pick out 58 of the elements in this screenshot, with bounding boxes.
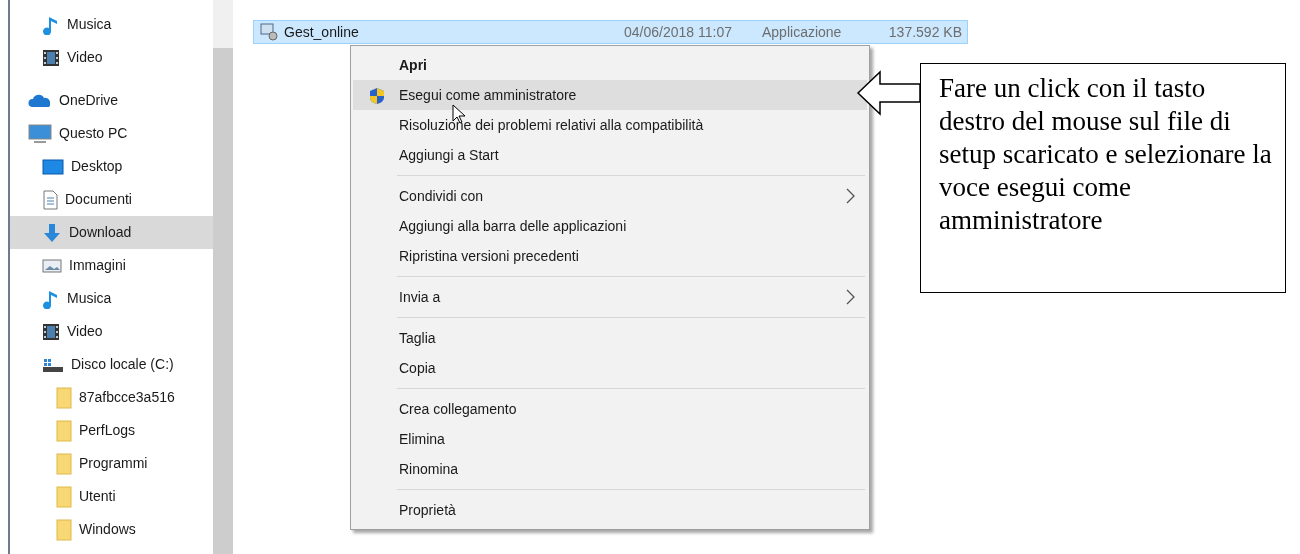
menu-item[interactable]: Invia a — [353, 282, 867, 312]
music-note-icon — [42, 14, 60, 35]
menu-item[interactable]: Risoluzione dei problemi relativi alla compatibilità — [353, 110, 867, 140]
sidebar-item[interactable]: Questo PC — [10, 117, 213, 150]
file-row[interactable]: Gest_online 04/06/2018 11:07 Applicazione 137.592 KB — [253, 20, 968, 44]
menu-item[interactable]: Elimina — [353, 424, 867, 454]
sidebar-item[interactable]: OneDrive — [10, 84, 213, 117]
chevron-right-icon — [845, 188, 855, 204]
chevron-right-icon — [845, 289, 855, 305]
menu-item[interactable]: Crea collegamento — [353, 394, 867, 424]
sidebar-item[interactable]: Video — [10, 41, 213, 74]
sidebar-item[interactable]: Windows — [10, 513, 213, 546]
sidebar-item[interactable]: Disco locale (C:) — [10, 348, 213, 381]
sidebar-item[interactable]: Immagini — [10, 249, 213, 282]
drive-icon — [42, 356, 64, 373]
instruction-callout: Fare un click con il tasto destro del mouse sul file di setup scaricato e selezionare la voce esegui come amministratore — [920, 63, 1286, 293]
picture-icon — [42, 257, 62, 274]
cloud-icon — [28, 93, 52, 108]
menu-item[interactable]: Copia — [353, 353, 867, 383]
monitor-icon — [28, 123, 52, 144]
film-icon — [42, 48, 60, 67]
menu-item[interactable]: Aggiungi a Start — [353, 140, 867, 170]
scrollbar[interactable] — [213, 0, 233, 554]
shield-icon — [369, 87, 385, 105]
folder-icon — [56, 518, 72, 541]
sidebar-item[interactable]: Video — [10, 315, 213, 348]
menu-item[interactable]: Apri — [353, 50, 867, 80]
menu-item[interactable]: Aggiungi alla barra delle applicazioni — [353, 211, 867, 241]
sidebar-item[interactable]: Musica — [10, 282, 213, 315]
sidebar-item[interactable]: PerfLogs — [10, 414, 213, 447]
file-date: 04/06/2018 11:07 — [624, 22, 733, 42]
file-size: 137.592 KB — [887, 22, 962, 42]
menu-item[interactable]: Condividi con — [353, 181, 867, 211]
file-type: Applicazione — [762, 22, 843, 42]
setup-program-icon — [260, 23, 278, 41]
menu-item[interactable]: Ripristina versioni precedenti — [353, 241, 867, 271]
folder-icon — [56, 485, 72, 508]
menu-item[interactable]: Proprietà — [353, 495, 867, 525]
folder-icon — [56, 386, 72, 409]
menu-item[interactable]: Esegui come amministratore — [353, 80, 867, 110]
folder-icon — [56, 419, 72, 442]
desktop-icon — [42, 158, 64, 175]
menu-item[interactable]: Taglia — [353, 323, 867, 353]
sidebar-item[interactable]: Download — [10, 216, 213, 249]
document-icon — [42, 189, 58, 210]
sidebar-item[interactable]: Utenti — [10, 480, 213, 513]
arrow-drawing — [856, 70, 922, 116]
down-arrow-icon — [42, 222, 62, 243]
file-name: Gest_online — [284, 22, 359, 42]
music-note-icon — [42, 288, 60, 309]
sidebar-item[interactable]: Programmi — [10, 447, 213, 480]
film-icon — [42, 322, 60, 341]
sidebar-item[interactable]: Musica — [10, 8, 213, 41]
menu-item[interactable]: Rinomina — [353, 454, 867, 484]
sidebar-item[interactable]: Desktop — [10, 150, 213, 183]
sidebar-item[interactable]: Documenti — [10, 183, 213, 216]
folder-icon — [56, 452, 72, 475]
sidebar-item[interactable]: 87afbcce3a516 — [10, 381, 213, 414]
